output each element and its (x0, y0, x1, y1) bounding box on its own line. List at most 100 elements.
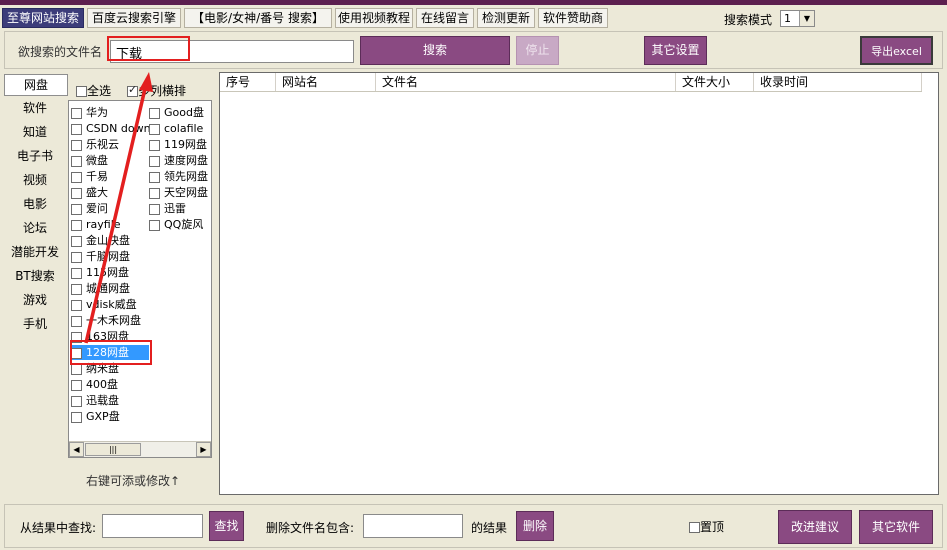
site-checkbox[interactable] (71, 379, 82, 391)
site-checkbox[interactable] (149, 155, 160, 167)
site-checkbox[interactable] (71, 395, 82, 407)
scroll-right-icon[interactable]: ▶ (196, 442, 211, 457)
category-software[interactable]: 软件 (4, 98, 66, 118)
multi-column-checkbox[interactable]: 多列横排 (127, 82, 186, 98)
site-item[interactable]: vdisk威盘 (71, 297, 137, 312)
site-item[interactable]: CSDN down (71, 121, 151, 136)
category-ebook[interactable]: 电子书 (4, 146, 66, 166)
site-checkbox[interactable] (71, 283, 82, 295)
other-settings-button[interactable]: 其它设置 (644, 36, 707, 65)
category-netdisk[interactable]: 网盘 (4, 74, 68, 96)
find-button[interactable]: 查找 (209, 511, 244, 541)
select-all-box[interactable] (76, 86, 87, 97)
site-item[interactable]: 千易 (71, 169, 108, 184)
col-header-site[interactable]: 网站名 (276, 73, 376, 91)
site-item[interactable]: 微盘 (71, 153, 108, 168)
tab-baidu-search[interactable]: 百度云搜索引擎 (87, 8, 181, 28)
site-checkbox[interactable] (149, 219, 160, 231)
category-bt[interactable]: BT搜索 (4, 266, 66, 286)
site-checkbox[interactable] (71, 139, 82, 151)
delete-input[interactable] (363, 514, 463, 538)
horizontal-scrollbar[interactable]: ◀ ||| ▶ (69, 441, 211, 457)
site-checkbox[interactable] (71, 203, 82, 215)
site-checkbox[interactable] (149, 139, 160, 151)
site-list[interactable]: 华为 CSDN down 乐视云 微盘 千易 盛大 爱问 rayfile 金山快盘千脑网盘 115… (68, 100, 212, 458)
chevron-down-icon[interactable]: ▼ (799, 11, 814, 26)
site-checkbox[interactable] (71, 107, 82, 119)
category-knowledge[interactable]: 知道 (4, 122, 66, 142)
scroll-left-icon[interactable]: ◀ (69, 442, 84, 457)
site-item[interactable]: 400盘 (71, 377, 118, 392)
site-item[interactable]: 爱问 (71, 201, 108, 216)
site-item[interactable]: Good盘 (149, 105, 204, 120)
site-item[interactable]: 119网盘 (149, 137, 207, 152)
category-potential[interactable]: 潜能开发 (4, 242, 66, 262)
site-item[interactable]: 城通网盘 (71, 281, 130, 296)
tab-movie-search[interactable]: 【电影/女神/番号 搜索】 (184, 8, 332, 28)
site-label: rayfile (86, 218, 121, 231)
find-input[interactable] (102, 514, 203, 538)
site-checkbox[interactable] (71, 187, 82, 199)
site-item[interactable]: 天空网盘 (149, 185, 208, 200)
site-checkbox[interactable] (149, 123, 160, 135)
site-checkbox[interactable] (71, 299, 82, 311)
site-item[interactable]: 华为 (71, 105, 108, 120)
category-forum[interactable]: 论坛 (4, 218, 66, 238)
search-button[interactable]: 搜索 (360, 36, 510, 65)
site-label: 金山快盘 (86, 234, 130, 247)
category-movie[interactable]: 电影 (4, 194, 66, 214)
tab-site-search[interactable]: 至尊网站搜索 (2, 8, 84, 28)
multi-column-box[interactable] (127, 83, 138, 97)
tab-video-tutorial[interactable]: 使用视频教程 (335, 8, 413, 28)
site-item[interactable]: GXP盘 (71, 409, 120, 424)
other-software-button[interactable]: 其它软件 (859, 510, 933, 544)
col-header-filesize[interactable]: 文件大小 (676, 73, 754, 91)
site-item[interactable]: colafile (149, 121, 203, 136)
site-item[interactable]: 千脑网盘 (71, 249, 130, 264)
site-checkbox[interactable] (149, 203, 160, 215)
site-item[interactable]: 金山快盘 (71, 233, 130, 248)
tab-sponsor[interactable]: 软件赞助商 (538, 8, 608, 28)
category-game[interactable]: 游戏 (4, 290, 66, 310)
site-item[interactable]: 速度网盘 (149, 153, 208, 168)
col-header-index[interactable]: 序号 (220, 73, 276, 91)
search-mode-select[interactable]: 1 ▼ (780, 10, 815, 27)
site-checkbox[interactable] (71, 235, 82, 247)
results-table[interactable]: 序号 网站名 文件名 文件大小 收录时间 (219, 72, 939, 495)
select-all-checkbox[interactable]: 全选 (76, 82, 111, 98)
category-mobile[interactable]: 手机 (4, 314, 66, 334)
improve-suggestion-button[interactable]: 改进建议 (778, 510, 852, 544)
tab-online-message[interactable]: 在线留言 (416, 8, 474, 28)
site-item[interactable]: rayfile (71, 217, 121, 232)
site-item[interactable]: 盛大 (71, 185, 108, 200)
site-checkbox[interactable] (71, 251, 82, 263)
site-checkbox[interactable] (71, 411, 82, 423)
col-header-time[interactable]: 收录时间 (754, 73, 922, 91)
pin-top-box[interactable] (689, 522, 700, 533)
site-item[interactable]: 115网盘 (71, 265, 129, 280)
site-item[interactable]: 迅雷 (149, 201, 186, 216)
site-checkbox[interactable] (71, 363, 82, 375)
site-checkbox[interactable] (71, 315, 82, 327)
delete-button[interactable]: 删除 (516, 511, 554, 541)
site-item[interactable]: 领先网盘 (149, 169, 208, 184)
tab-check-update[interactable]: 检测更新 (477, 8, 535, 28)
site-item[interactable]: QQ旋风 (149, 217, 203, 232)
site-checkbox[interactable] (71, 267, 82, 279)
site-item[interactable]: 乐视云 (71, 137, 119, 152)
site-checkbox[interactable] (71, 123, 82, 135)
site-checkbox[interactable] (71, 155, 82, 167)
site-checkbox[interactable] (149, 187, 160, 199)
site-item[interactable]: 迅载盘 (71, 393, 119, 408)
stop-button[interactable]: 停止 (516, 36, 559, 65)
scroll-thumb[interactable]: ||| (85, 443, 141, 456)
export-excel-button[interactable]: 导出excel (860, 36, 933, 65)
site-checkbox[interactable] (149, 171, 160, 183)
site-item[interactable]: 一木禾网盘 (71, 313, 141, 328)
site-checkbox[interactable] (71, 171, 82, 183)
site-checkbox[interactable] (71, 219, 82, 231)
site-checkbox[interactable] (149, 107, 160, 119)
col-header-filename[interactable]: 文件名 (376, 73, 676, 91)
category-video[interactable]: 视频 (4, 170, 66, 190)
pin-top-checkbox[interactable]: 置顶 (689, 518, 724, 535)
